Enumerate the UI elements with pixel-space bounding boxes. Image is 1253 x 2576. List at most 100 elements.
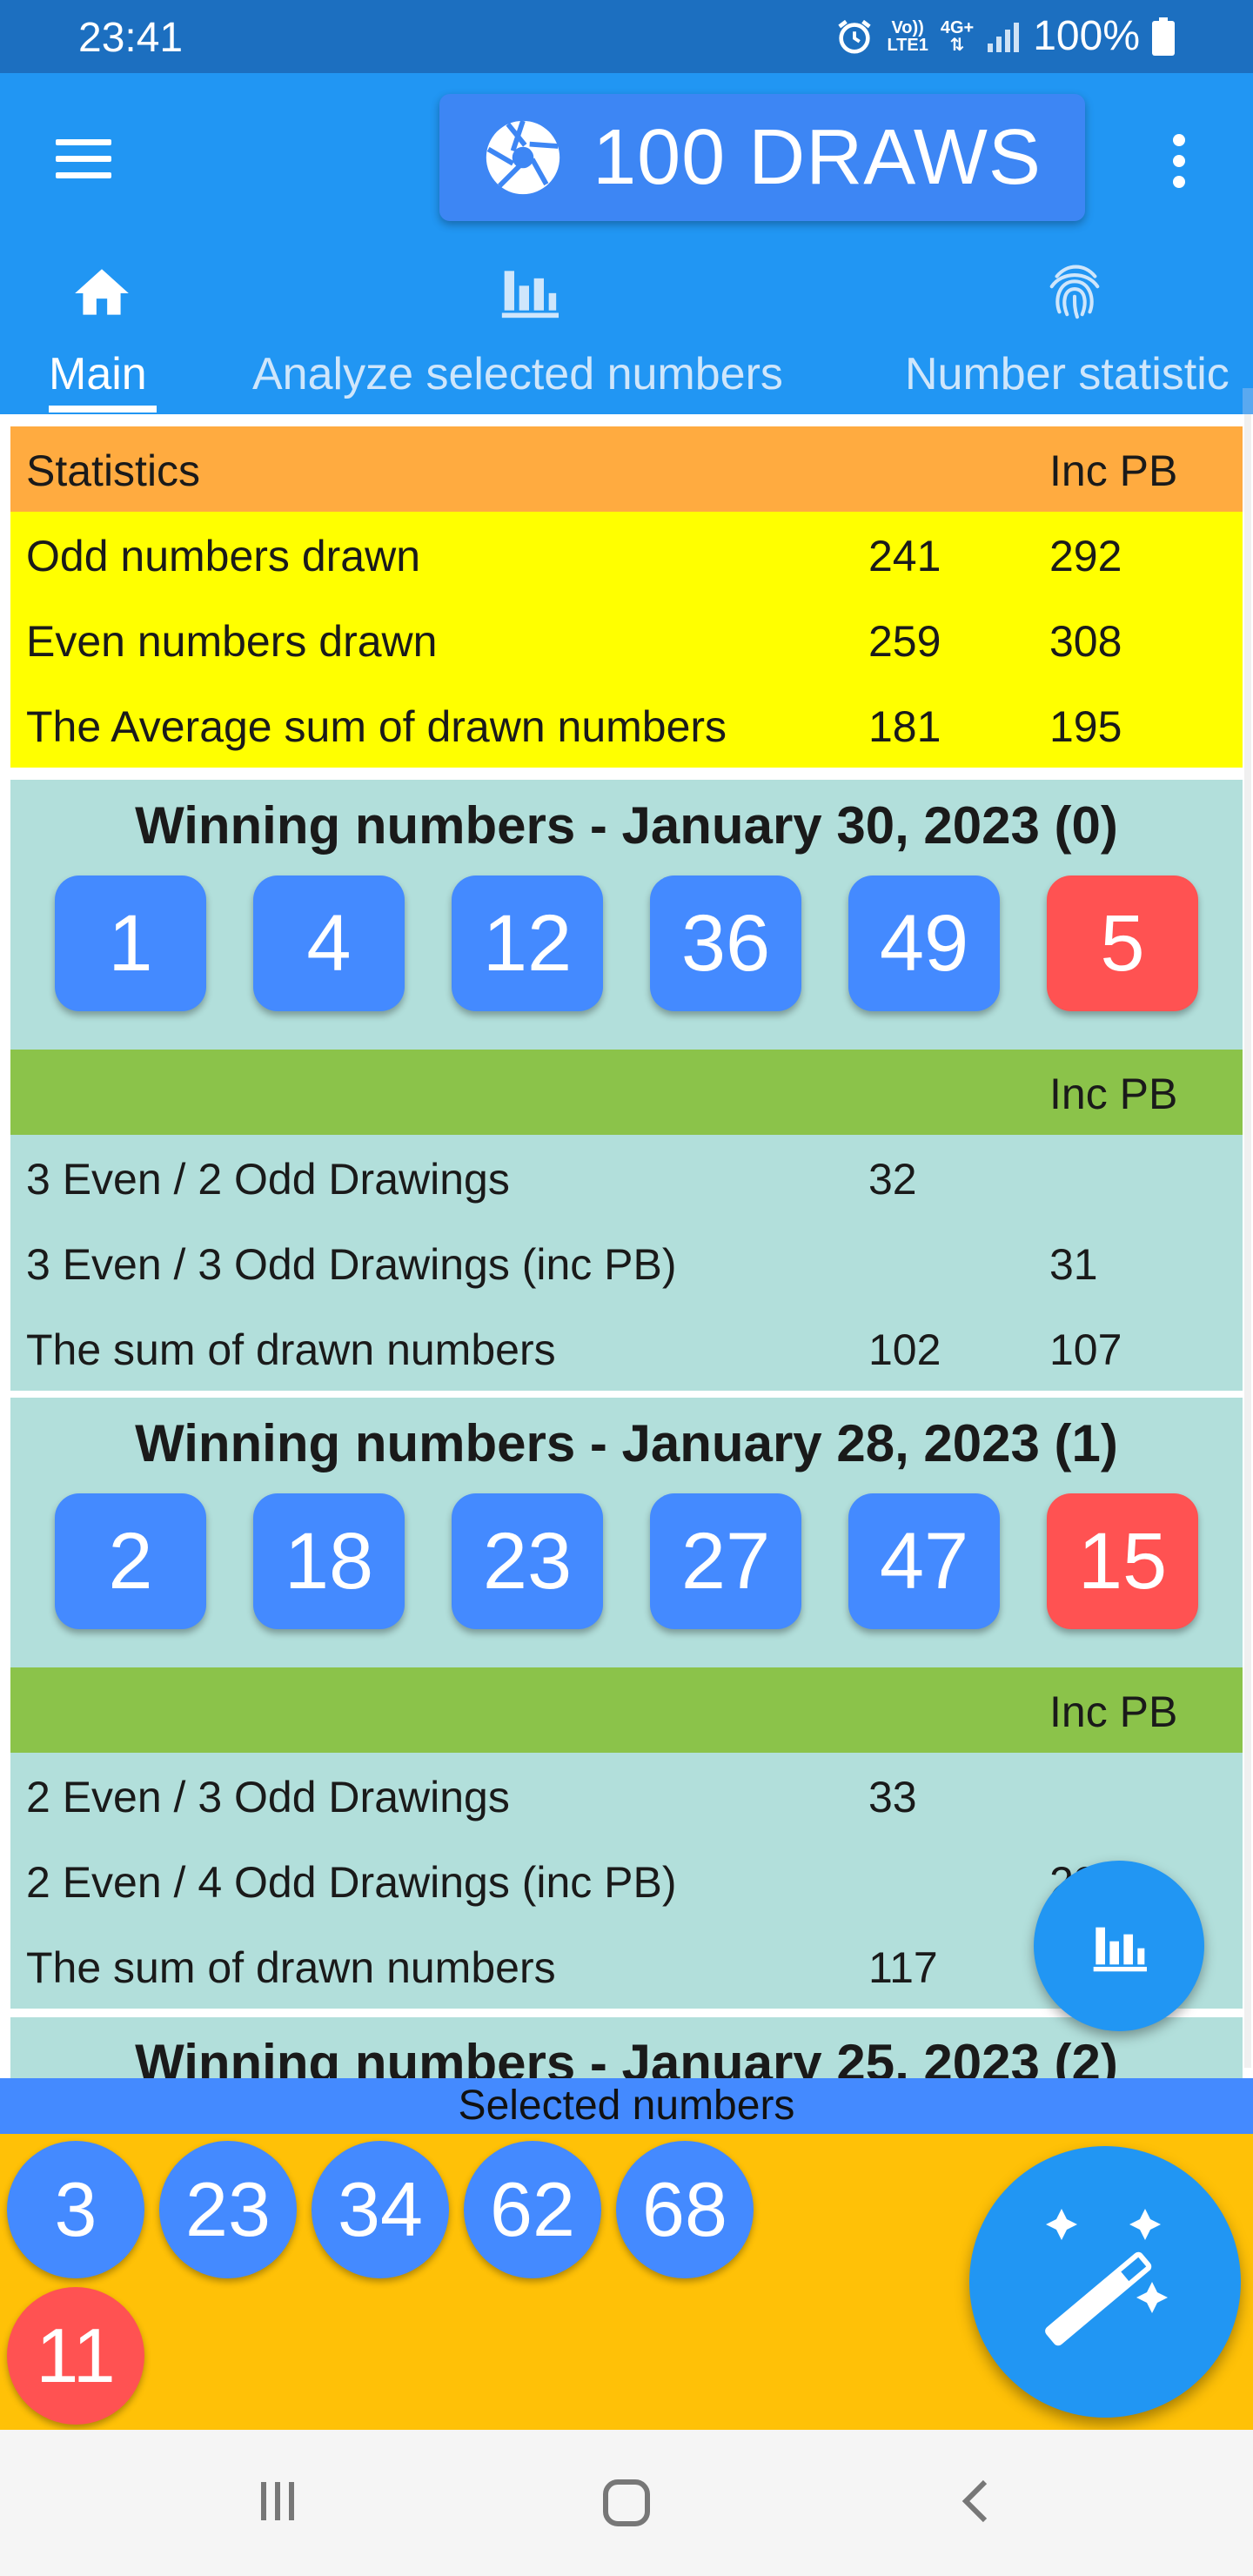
table-row: The sum of drawn numbers 102 107	[10, 1305, 1243, 1391]
selected-number-ball[interactable]: 68	[616, 2141, 754, 2278]
selected-powerball[interactable]: 11	[7, 2287, 144, 2425]
home-button-icon[interactable]	[599, 2475, 654, 2531]
bar-chart-icon	[1093, 1927, 1147, 1972]
number-ball: 49	[848, 875, 1000, 1011]
main-content[interactable]: Statistics Inc PB Odd numbers drawn 241 …	[0, 414, 1253, 2078]
status-icons: Vo)) LTE1 4G+ ⇅ 100%	[834, 12, 1175, 60]
battery-percent: 100%	[1033, 13, 1140, 59]
alarm-icon	[838, 19, 872, 54]
number-ball: 47	[848, 1493, 1000, 1629]
statistics-header: Statistics Inc PB	[10, 426, 1243, 512]
row-label: Odd numbers drawn	[26, 532, 421, 580]
row-label: The sum of drawn numbers	[26, 1943, 556, 1992]
number-ball: 36	[650, 875, 801, 1011]
row-value-inc-pb: 292	[1049, 532, 1122, 580]
menu-icon[interactable]	[56, 139, 111, 179]
number-ball: 18	[253, 1493, 405, 1629]
draw-header-row: Inc PB	[10, 1667, 1243, 1753]
tab-main-label: Main	[49, 349, 147, 399]
row-label: 3 Even / 3 Odd Drawings (inc PB)	[26, 1240, 677, 1289]
row-label: The sum of drawn numbers	[26, 1325, 556, 1374]
magic-wand-icon	[1045, 2209, 1168, 2346]
analyze-fab-button[interactable]	[1034, 1861, 1204, 2031]
data-arrows: ⇅	[949, 35, 965, 55]
draw-title: Winning numbers - January 25, 2023 (2)	[135, 2034, 1118, 2078]
table-row: The Average sum of drawn numbers 181 195	[10, 682, 1243, 768]
row-value: 181	[868, 702, 941, 751]
statistics-table: Statistics Inc PB Odd numbers drawn 241 …	[10, 426, 1243, 768]
bar-chart-icon	[501, 271, 559, 319]
table-row: 3 Even / 2 Odd Drawings 32	[10, 1135, 1243, 1220]
volte-label: Vo))	[891, 17, 924, 37]
number-ball: 1	[55, 875, 206, 1011]
network-icon: 4G+ ⇅	[941, 19, 974, 54]
row-label: The Average sum of drawn numbers	[26, 702, 727, 751]
lte-label: LTE1	[887, 35, 928, 55]
draw-numbers: 2 18 23 27 47 15	[10, 1493, 1243, 1667]
row-value: 117	[868, 1943, 938, 1992]
table-row: 2 Even / 3 Odd Drawings 33	[10, 1753, 1243, 1838]
table-row: 3 Even / 3 Odd Drawings (inc PB) 31	[10, 1220, 1243, 1305]
content-scrollbar[interactable]	[1244, 414, 1251, 2068]
tab-number-statistic-label: Number statistic	[905, 349, 1230, 399]
row-label: 2 Even / 3 Odd Drawings	[26, 1773, 510, 1821]
battery-icon	[1152, 17, 1175, 56]
selected-numbers-header: Selected numbers	[0, 2078, 1253, 2134]
number-ball: 27	[650, 1493, 801, 1629]
tab-number-statistic[interactable]: Number statistic	[888, 244, 1253, 414]
number-ball: 4	[253, 875, 405, 1011]
home-icon	[75, 269, 129, 315]
row-value: 102	[868, 1325, 941, 1374]
status-time: 23:41	[78, 15, 184, 61]
number-ball: 12	[452, 875, 603, 1011]
draw-header-row: Inc PB	[10, 1050, 1243, 1135]
volte-icon: Vo)) LTE1	[887, 19, 928, 54]
row-value-inc-pb: 31	[1049, 1240, 1098, 1289]
more-options-icon[interactable]	[1169, 134, 1189, 195]
row-label: 3 Even / 2 Odd Drawings	[26, 1155, 510, 1204]
recent-apps-icon[interactable]	[252, 2475, 305, 2527]
draws-count-button[interactable]: 100 DRAWS	[439, 94, 1085, 221]
draw-card[interactable]: Winning numbers - January 30, 2023 (0) 1…	[10, 780, 1243, 1391]
statistics-title: Statistics	[26, 446, 201, 495]
row-value: 259	[868, 617, 941, 666]
row-label: 2 Even / 4 Odd Drawings (inc PB)	[26, 1858, 677, 1907]
tab-analyze-selected-numbers[interactable]: Analyze selected numbers	[226, 244, 835, 414]
magic-wand-button[interactable]	[969, 2146, 1241, 2418]
tab-main-indicator	[49, 406, 157, 413]
table-row: Even numbers drawn 259 308	[10, 597, 1243, 682]
row-label: Even numbers drawn	[26, 617, 438, 666]
row-value: 33	[868, 1773, 917, 1821]
network-label: 4G+	[940, 17, 975, 37]
tab-scroll-indicator	[1243, 388, 1253, 414]
tab-main[interactable]: Main	[0, 244, 209, 414]
row-value-inc-pb: 308	[1049, 617, 1122, 666]
status-bar: 23:41 Vo)) LTE1 4G+ ⇅ 100%	[0, 0, 1253, 73]
row-value: 32	[868, 1155, 917, 1204]
system-navigation-bar	[0, 2430, 1253, 2576]
row-value-inc-pb: 195	[1049, 702, 1122, 751]
selected-number-ball[interactable]: 62	[464, 2141, 601, 2278]
selected-number-ball[interactable]: 3	[7, 2141, 144, 2278]
app-title: 100 DRAWS	[593, 113, 1042, 201]
row-value: 241	[868, 532, 941, 580]
powerball: 5	[1047, 875, 1198, 1011]
inc-pb-header: Inc PB	[1049, 1070, 1178, 1118]
tab-analyze-label: Analyze selected numbers	[252, 349, 783, 399]
fingerprint-icon	[1049, 265, 1100, 319]
app-bar: 100 DRAWS	[0, 73, 1253, 244]
signal-icon	[988, 22, 1020, 52]
aperture-icon	[486, 119, 560, 195]
inc-pb-header: Inc PB	[1049, 1687, 1178, 1736]
draw-title: Winning numbers - January 30, 2023 (0)	[135, 796, 1118, 855]
selected-number-ball[interactable]: 23	[159, 2141, 297, 2278]
powerball: 15	[1047, 1493, 1198, 1629]
back-icon[interactable]	[950, 2475, 1002, 2527]
table-row: Odd numbers drawn 241 292	[10, 512, 1243, 597]
draw-card[interactable]: Winning numbers - January 25, 2023 (2)	[10, 2017, 1243, 2078]
tab-bar: Main Analyze selected numbers Number sta…	[0, 244, 1253, 414]
draw-title: Winning numbers - January 28, 2023 (1)	[135, 1414, 1118, 1472]
row-value-inc-pb: 107	[1049, 1325, 1122, 1374]
selected-number-ball[interactable]: 34	[312, 2141, 449, 2278]
draw-numbers: 1 4 12 36 49 5	[10, 875, 1243, 1050]
